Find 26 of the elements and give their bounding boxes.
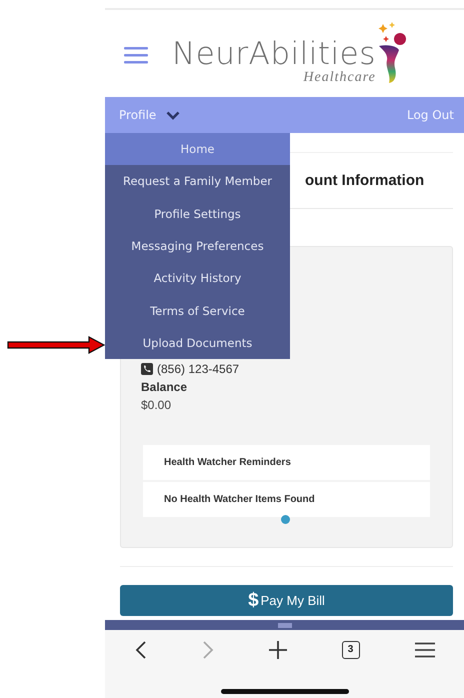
menu-item[interactable]: Profile Settings (105, 198, 290, 230)
menu-item[interactable]: Activity History (105, 262, 290, 294)
logo-name: NeurAbilities (172, 36, 376, 72)
forward-icon[interactable] (202, 641, 214, 659)
menu-icon[interactable] (414, 642, 434, 658)
menu-item[interactable]: Messaging Preferences (105, 230, 290, 262)
menu-item[interactable]: Home (105, 133, 290, 166)
reminders-empty-message: No Health Watcher Items Found (143, 482, 430, 517)
balance-value: $0.00 (141, 398, 172, 412)
balance-label: Balance (141, 380, 188, 394)
menu-item[interactable]: Upload Documents (105, 326, 290, 360)
page-dot-icon[interactable] (281, 515, 290, 524)
pay-bill-button[interactable]: $Pay My Bill (120, 585, 453, 616)
arrow-icon (7, 336, 105, 354)
menu-item[interactable]: Request a Family Member (105, 165, 290, 198)
grip-icon[interactable] (278, 622, 292, 628)
page-title: ount Information (305, 172, 424, 189)
tabs-count-button[interactable]: 3 (342, 641, 360, 659)
back-icon[interactable] (134, 641, 146, 659)
logo-tagline: Healthcare (303, 70, 376, 86)
phone-number: (856) 123-4567 (157, 362, 240, 376)
new-tab-icon[interactable] (268, 641, 286, 659)
menu-item[interactable]: Terms of Service (105, 294, 290, 327)
reminders-header: Health Watcher Reminders (143, 445, 430, 480)
phone-icon (141, 363, 153, 375)
figure-logo-icon (376, 20, 407, 84)
